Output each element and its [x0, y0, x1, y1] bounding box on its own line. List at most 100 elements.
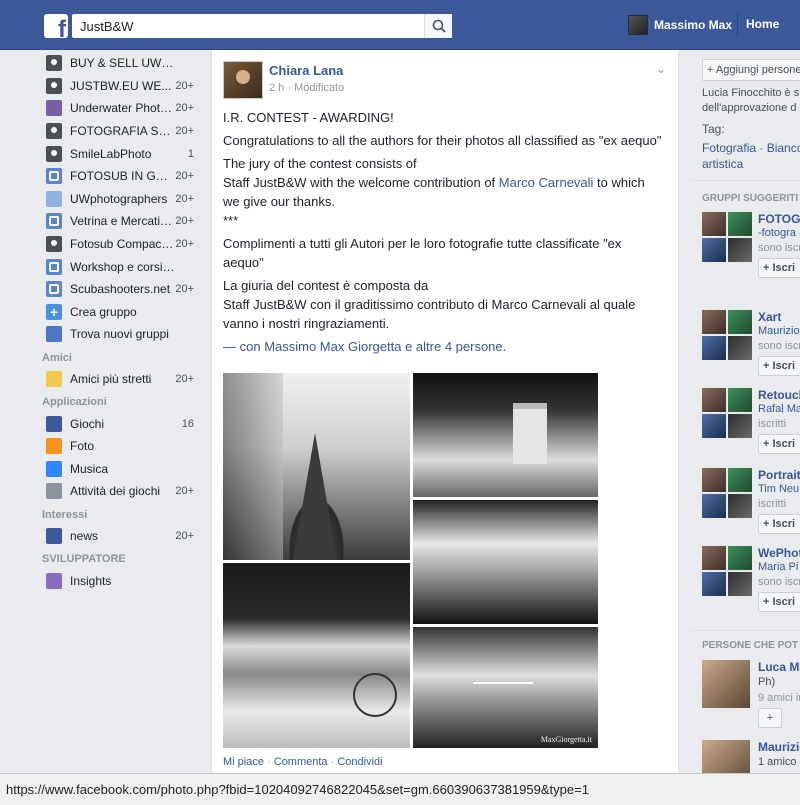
tagged-person-link[interactable]: Massimo Max Giorgetta — [264, 339, 401, 354]
sidebar-item[interactable]: UWphotographers 20+ — [42, 188, 202, 211]
mention-link[interactable]: Marco Carnevali — [499, 175, 594, 190]
sidebar-item[interactable]: + Crea gruppo — [42, 301, 202, 324]
sidebar-item[interactable]: Workshop e corsi foto... — [42, 255, 202, 278]
person-name[interactable]: Maurizio — [758, 740, 800, 754]
group-members-count: sono iscr — [758, 242, 800, 254]
join-group-button[interactable]: + Iscri — [758, 434, 800, 454]
group-thumbnails[interactable] — [702, 468, 752, 518]
like-link[interactable]: Mi piace — [223, 756, 264, 768]
tagged-others-link[interactable]: altre 4 persone — [416, 339, 503, 354]
sidebar-item-label: JUSTBW.EU WE... — [70, 78, 172, 93]
sidebar-item-count: 20+ — [175, 373, 194, 386]
tags-heading: Tag: — [702, 122, 725, 136]
sidebar-item-label: Underwater Photo... — [70, 101, 175, 116]
share-link[interactable]: Condividi — [337, 756, 382, 768]
sidebar-item-label: UWphotographers — [70, 191, 168, 206]
group-name[interactable]: Xart — [758, 310, 781, 324]
photo-tile[interactable] — [223, 563, 410, 748]
photo-tile[interactable] — [223, 373, 410, 560]
sidebar-item[interactable]: Amici più stretti 20+ — [42, 368, 202, 391]
sidebar-item-label: Fotosub Compactas — [70, 237, 175, 252]
sidebar-item-label: Workshop e corsi foto... — [70, 259, 175, 274]
group-icon — [46, 213, 62, 230]
sidebar-item-count: 16 — [181, 417, 194, 430]
sidebar-item-count: 20+ — [175, 125, 194, 138]
sidebar-item-label: Giochi — [70, 416, 105, 431]
sidebar-item-count: 20+ — [175, 485, 194, 498]
group-name[interactable]: WePhot — [758, 546, 800, 560]
group-thumbnails[interactable] — [702, 388, 752, 438]
sidebar-item[interactable]: Fotosub Compactas 20+ — [42, 233, 202, 256]
user-name: Massimo Max — [654, 18, 733, 32]
join-group-button[interactable]: + Iscri — [758, 356, 800, 376]
divider — [737, 14, 738, 36]
post-paragraph: I.R. CONTEST - AWARDING! — [223, 110, 394, 125]
post-timestamp[interactable]: 2 h · Modificato — [269, 82, 344, 94]
sidebar-item-label: Foto — [70, 439, 95, 454]
post-author-avatar[interactable] — [223, 61, 263, 99]
photo-tile[interactable] — [413, 500, 598, 624]
sidebar-item[interactable]: FOTOSUB IN GARA 20+ — [42, 165, 202, 188]
group-thumbnails[interactable] — [702, 310, 752, 360]
tags-list[interactable]: Fotografia · Bianco artistica — [702, 140, 800, 172]
group-members-count: sono iscr — [758, 576, 800, 588]
person-name[interactable]: Luca Ma — [758, 660, 800, 674]
sidebar-item[interactable]: Foto — [42, 435, 202, 458]
chevron-down-icon[interactable]: ⌄ — [656, 62, 666, 76]
sidebar-item[interactable]: Underwater Photo... 20+ — [42, 97, 202, 120]
group-name[interactable]: Portrait — [758, 468, 800, 482]
group-member[interactable]: -fotogra — [758, 227, 796, 239]
grid-icon — [46, 415, 62, 432]
post-author-name[interactable]: Chiara Lana — [269, 63, 343, 78]
group-thumbnails[interactable] — [702, 546, 752, 596]
group-name[interactable]: FOTOGR — [758, 212, 800, 226]
compass-icon — [46, 326, 62, 343]
photo-tile[interactable] — [413, 373, 598, 497]
star-icon — [46, 371, 62, 388]
camera-icon — [46, 77, 62, 94]
search-button[interactable] — [424, 14, 452, 38]
music-icon — [46, 460, 62, 477]
insights-icon — [46, 572, 62, 589]
group-name[interactable]: Retouch — [758, 388, 800, 402]
sidebar-item[interactable]: FOTOGRAFIA SU... 20+ — [42, 120, 202, 143]
join-group-button[interactable]: + Iscri — [758, 258, 800, 278]
avatar[interactable] — [702, 740, 750, 773]
sidebar-item[interactable]: SmileLabPhoto 1 — [42, 142, 202, 165]
group-member[interactable]: Maria Pi — [758, 561, 798, 573]
group-member[interactable]: Rafal Ma — [758, 403, 800, 415]
sidebar-item[interactable]: Attività dei giochi 20+ — [42, 480, 202, 503]
join-group-button[interactable]: + Iscri — [758, 592, 800, 612]
avatar — [628, 15, 648, 35]
add-friend-button[interactable]: + — [758, 708, 782, 728]
avatar[interactable] — [702, 660, 750, 708]
sidebar-item[interactable]: news 20+ — [42, 525, 202, 548]
sidebar-item[interactable]: BUY & SELL UWP eq... — [42, 52, 202, 75]
photo-tile[interactable]: MaxGiorgetta.it — [413, 627, 598, 748]
add-people-button[interactable]: + Aggiungi persone — [702, 59, 800, 81]
post-paragraph: Complimenti a tutti gli Autori per le lo… — [223, 236, 622, 270]
sidebar-item[interactable]: JUSTBW.EU WE... 20+ — [42, 75, 202, 98]
sidebar-item[interactable]: Giochi 16 — [42, 412, 202, 435]
search-box[interactable] — [72, 14, 452, 38]
sidebar-item[interactable]: Insights — [42, 569, 202, 592]
sidebar-item-count: 20+ — [175, 170, 194, 183]
profile-link[interactable]: Massimo Max — [628, 14, 732, 36]
suggested-group: Xart Maurizio sono iscr + Iscri — [702, 310, 800, 380]
sidebar-item[interactable]: Vetrina e Mercatin... 20+ — [42, 210, 202, 233]
group-icon — [46, 281, 62, 298]
sidebar-item-label: FOTOSUB IN GARA — [70, 169, 175, 184]
group-members-count: iscritti — [758, 498, 787, 510]
group-thumbnails[interactable] — [702, 212, 752, 262]
sidebar-item[interactable]: Scubashooters.net 20+ — [42, 278, 202, 301]
sidebar-item-label: SmileLabPhoto — [70, 146, 152, 161]
join-group-button[interactable]: + Iscri — [758, 514, 800, 534]
sidebar-item[interactable]: Trova nuovi gruppi — [42, 323, 202, 346]
home-link[interactable]: Home — [746, 17, 779, 31]
group-member[interactable]: Tim Neu — [758, 483, 799, 495]
facebook-logo[interactable]: f — [44, 14, 68, 38]
group-member[interactable]: Maurizio — [758, 325, 800, 337]
comment-link[interactable]: Commenta — [274, 756, 328, 768]
search-input[interactable] — [72, 14, 412, 38]
sidebar-item[interactable]: Musica — [42, 458, 202, 481]
